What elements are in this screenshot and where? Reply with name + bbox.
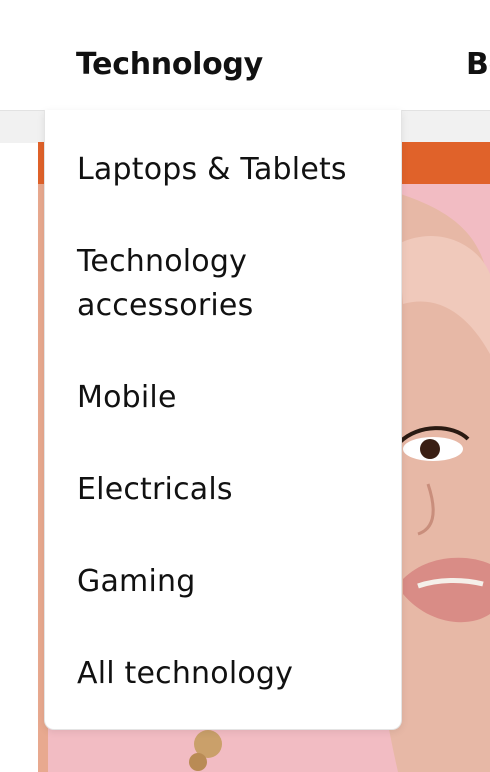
menu-item-all-technology[interactable]: All technology [77,652,377,696]
menu-item-laptops-tablets[interactable]: Laptops & Tablets [77,148,377,192]
page: Technology Be Laptops & Tablets Techno [0,0,490,772]
menu-item-gaming[interactable]: Gaming [77,560,377,604]
hero-earring-bead [189,753,207,771]
technology-dropdown-menu: Laptops & Tablets Technology accessories… [44,110,402,730]
menu-item-electricals[interactable]: Electricals [77,468,377,512]
menu-item-technology-accessories[interactable]: Technology accessories [77,240,377,328]
top-navigation: Technology Be [0,0,490,110]
hero-eye-iris [420,439,440,459]
nav-item-technology[interactable]: Technology [76,47,263,82]
menu-item-mobile[interactable]: Mobile [77,376,377,420]
nav-item-beauty[interactable]: Be [466,47,490,82]
